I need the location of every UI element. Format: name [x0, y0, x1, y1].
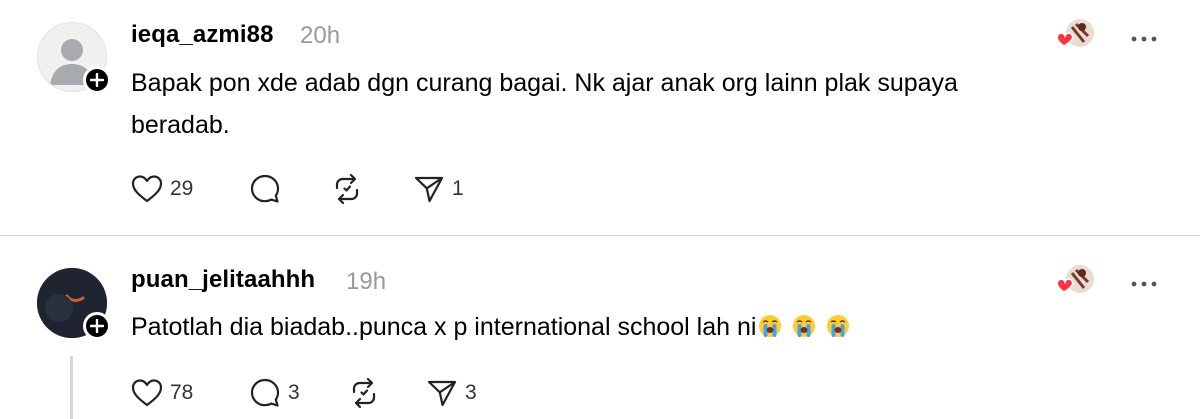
username[interactable]: puan_jelitaahhh [131, 266, 315, 294]
comment-icon [250, 378, 280, 407]
repost-icon [352, 377, 376, 409]
share-button[interactable]: 1 [413, 172, 464, 206]
avatar[interactable] [37, 22, 111, 94]
threads-replies-feed: ieqa_azmi88 20h Bapak pon xde adab dgn c… [0, 0, 1200, 419]
loudly-crying-face-icon [759, 315, 782, 337]
more-options-icon[interactable] [1130, 31, 1158, 42]
post-divider [0, 235, 1200, 236]
post-text-line: Patotlah dia biadab..punca x p internati… [131, 306, 1031, 348]
author-liked-reaction[interactable] [1054, 18, 1096, 54]
reply-button[interactable] [249, 172, 331, 206]
like-button[interactable]: 78 [131, 376, 249, 410]
loudly-crying-face-icon [793, 315, 816, 337]
author-liked-reaction[interactable] [1054, 264, 1096, 300]
send-icon [414, 176, 444, 203]
timestamp[interactable]: 20h [300, 22, 340, 50]
send-icon [427, 380, 457, 407]
avatar[interactable] [37, 268, 111, 340]
repost-button[interactable] [348, 376, 426, 410]
heart-icon [131, 379, 163, 407]
username[interactable]: ieqa_azmi88 [131, 21, 274, 49]
more-options-icon[interactable] [1130, 276, 1158, 287]
repost-button[interactable] [331, 172, 413, 206]
reply-button[interactable]: 3 [249, 376, 348, 410]
heart-icon [131, 175, 163, 203]
thread-connector-line [70, 356, 73, 419]
loudly-crying-face-icon [827, 315, 850, 337]
timestamp[interactable]: 19h [346, 268, 386, 296]
share-count: 1 [452, 177, 464, 200]
comment-icon [250, 174, 280, 203]
post-actions: 29 1 [131, 172, 464, 206]
like-count: 78 [170, 381, 194, 404]
share-button[interactable]: 3 [426, 376, 477, 410]
post-text: Patotlah dia biadab..punca x p internati… [131, 313, 757, 341]
like-button[interactable]: 29 [131, 172, 249, 206]
repost-icon [335, 173, 359, 205]
follow-plus-icon[interactable] [83, 66, 111, 94]
follow-plus-icon[interactable] [83, 312, 111, 340]
reply-count: 3 [288, 381, 300, 404]
like-count: 29 [170, 177, 194, 200]
reply-post: ieqa_azmi88 20h Bapak pon xde adab dgn c… [0, 0, 1200, 236]
reply-post: puan_jelitaahhh 19h Patotlah dia biadab.… [0, 238, 1200, 419]
share-count: 3 [465, 381, 477, 404]
post-text: Bapak pon xde adab dgn curang bagai. Nk … [131, 69, 958, 139]
post-actions: 78 3 3 [131, 376, 477, 410]
